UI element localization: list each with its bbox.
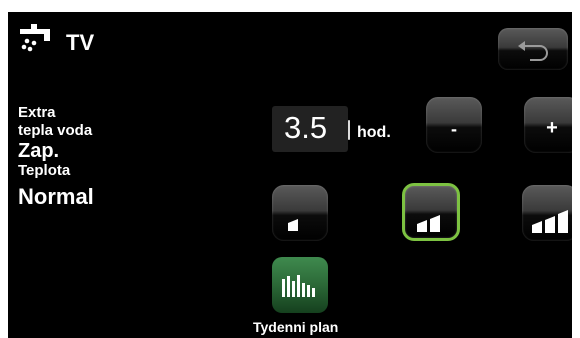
temperature-value: Normal [18,184,94,209]
minus-icon: - [451,119,457,139]
level-2-icon [415,208,449,232]
weekly-plan-label: Tydenni plan [253,319,339,335]
plus-icon: + [546,117,558,139]
heating-control-screen: TV Extra tepla voda Zap. Teplota Normal … [8,12,572,338]
back-button[interactable] [498,28,568,70]
extra-hot-water-status: Zap. [18,140,60,162]
faucet-icon [20,24,54,54]
increase-button[interactable]: + [524,97,572,153]
level-1-button[interactable] [272,185,328,241]
weekly-plan-button[interactable] [272,257,328,313]
duration-display: 3.5 [272,106,348,152]
page-title: TV [66,30,95,55]
level-2-button[interactable] [402,183,460,241]
weekly-plan-icon [282,273,318,297]
level-1-icon [286,211,314,231]
back-arrow-icon [516,37,550,61]
duration-unit: hod. [357,124,391,141]
duration-value: 3.5 [284,110,328,145]
extra-hot-water-label-line2: tepla voda [18,122,93,139]
temperature-label: Teplota [18,162,71,179]
extra-hot-water-label: Extra [18,104,56,121]
level-3-button[interactable] [522,185,572,241]
duration-cursor [348,120,350,140]
decrease-button[interactable]: - [426,97,482,153]
level-3-icon [530,203,572,233]
